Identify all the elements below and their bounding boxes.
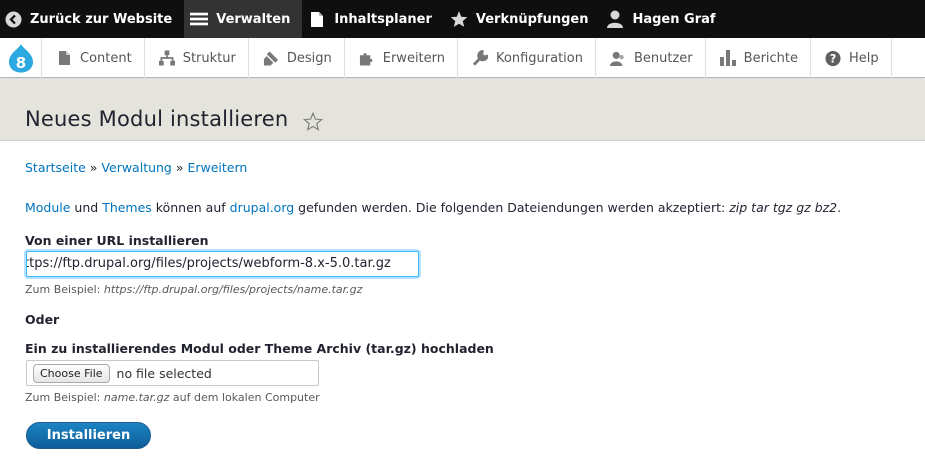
breadcrumb-admin-link[interactable]: Verwaltung [101,160,171,175]
svg-text:8: 8 [15,54,25,72]
user-tab[interactable]: Hagen Graf [600,0,727,38]
url-field-description: Zum Beispiel: https://ftp.drupal.org/fil… [25,283,362,296]
people-icon [609,50,626,66]
svg-text:?: ? [830,52,837,65]
allowed-extensions: zip tar tgz gz bz2 [729,200,838,215]
help-icon: ? [825,50,841,66]
tray-item-label: Content [80,50,132,66]
user-label: Hagen Graf [632,11,716,27]
intro-text-part: . [837,200,842,215]
install-button[interactable]: Installieren [26,422,151,449]
tray-item-structure[interactable]: Struktur [145,38,249,78]
page-title: Neues Modul installieren [25,107,289,131]
intro-text-part: gefunden werden. Die folgenden Dateiendu… [294,200,730,215]
modules-link[interactable]: Module [25,200,70,215]
url-input-value: ttps://ftp.drupal.org/files/projects/web… [26,256,391,271]
tray-item-label: Erweitern [382,50,446,66]
tray-item-content[interactable]: Content [42,38,145,78]
star-icon [450,10,468,28]
breadcrumb-separator: » [85,160,102,175]
tray-item-label: Berichte [743,50,799,66]
tray-item-label: Benutzer [633,50,693,66]
tray-item-label: Help [849,50,879,66]
hamburger-icon [190,10,209,28]
bar-chart-icon [719,50,736,66]
chevron-left-circle-icon [4,10,22,28]
themes-link[interactable]: Themes [102,200,152,215]
breadcrumb-separator: » [171,160,188,175]
url-input[interactable]: ttps://ftp.drupal.org/files/projects/web… [26,251,419,277]
upload-example: name.tar.gz [103,391,170,404]
content-planner-tab[interactable]: Inhaltsplaner [302,0,444,38]
description-prefix: Zum Beispiel: [25,283,104,296]
shortcuts-label: Verknüpfungen [475,11,589,27]
back-to-site-label: Zurück zur Website [30,11,173,27]
tray-item-help[interactable]: ? Help [811,38,892,78]
shortcuts-tab[interactable]: Verknüpfungen [444,0,601,38]
tray-item-design[interactable]: Design [249,38,345,78]
breadcrumb: Startseite » Verwaltung » Erweitern [25,160,247,175]
choose-file-button[interactable]: Choose File [33,363,110,383]
user-icon [606,10,624,28]
drupal-org-link[interactable]: drupal.org [230,200,295,215]
manage-tab[interactable]: Verwalten [184,0,303,38]
url-field-label: Von einer URL installieren [25,233,209,248]
page-title-region: Neues Modul installieren [0,80,925,141]
document-icon [308,10,326,28]
or-label: Oder [25,312,60,327]
intro-text-part: und [70,200,103,215]
breadcrumb-extend-link[interactable]: Erweitern [187,160,247,175]
tray-item-reports[interactable]: Berichte [706,38,812,78]
wrench-icon [472,49,489,66]
description-prefix: Zum Beispiel: [25,391,104,404]
file-icon [56,50,72,66]
tray-item-label: Struktur [182,50,236,66]
url-example: https://ftp.drupal.org/files/projects/na… [103,283,363,296]
file-upload-input[interactable]: Choose File no file selected [26,360,319,386]
manage-label: Verwalten [216,11,291,27]
description-suffix: auf dem lokalen Computer [169,391,320,404]
sitemap-icon [158,50,175,66]
back-to-site-link[interactable]: Zurück zur Website [0,0,184,38]
admin-menu-tray: 8 Content Struktur Design Erweitern Konf… [0,38,925,78]
tray-item-configuration[interactable]: Konfiguration [458,38,596,78]
paintbrush-icon [263,50,279,66]
upload-field-description: Zum Beispiel: name.tar.gz auf dem lokale… [25,391,320,404]
file-status: no file selected [116,365,212,381]
drupal-logo-icon[interactable]: 8 [0,38,42,78]
tray-item-extend[interactable]: Erweitern [345,38,459,78]
tray-item-label: Konfiguration [496,50,583,66]
admin-toolbar: Zurück zur Website Verwalten Inhaltsplan… [0,0,925,38]
breadcrumb-home-link[interactable]: Startseite [25,160,86,175]
puzzle-icon [359,50,375,66]
upload-field-label: Ein zu installierendes Modul oder Theme … [25,341,494,356]
tray-item-people[interactable]: Benutzer [596,38,706,78]
add-shortcut-star-icon[interactable] [302,111,324,132]
tray-item-label: Design [286,50,332,66]
intro-text: Module und Themes können auf drupal.org … [25,200,841,215]
intro-text-part: können auf [151,200,230,215]
content-planner-label: Inhaltsplaner [334,11,432,27]
